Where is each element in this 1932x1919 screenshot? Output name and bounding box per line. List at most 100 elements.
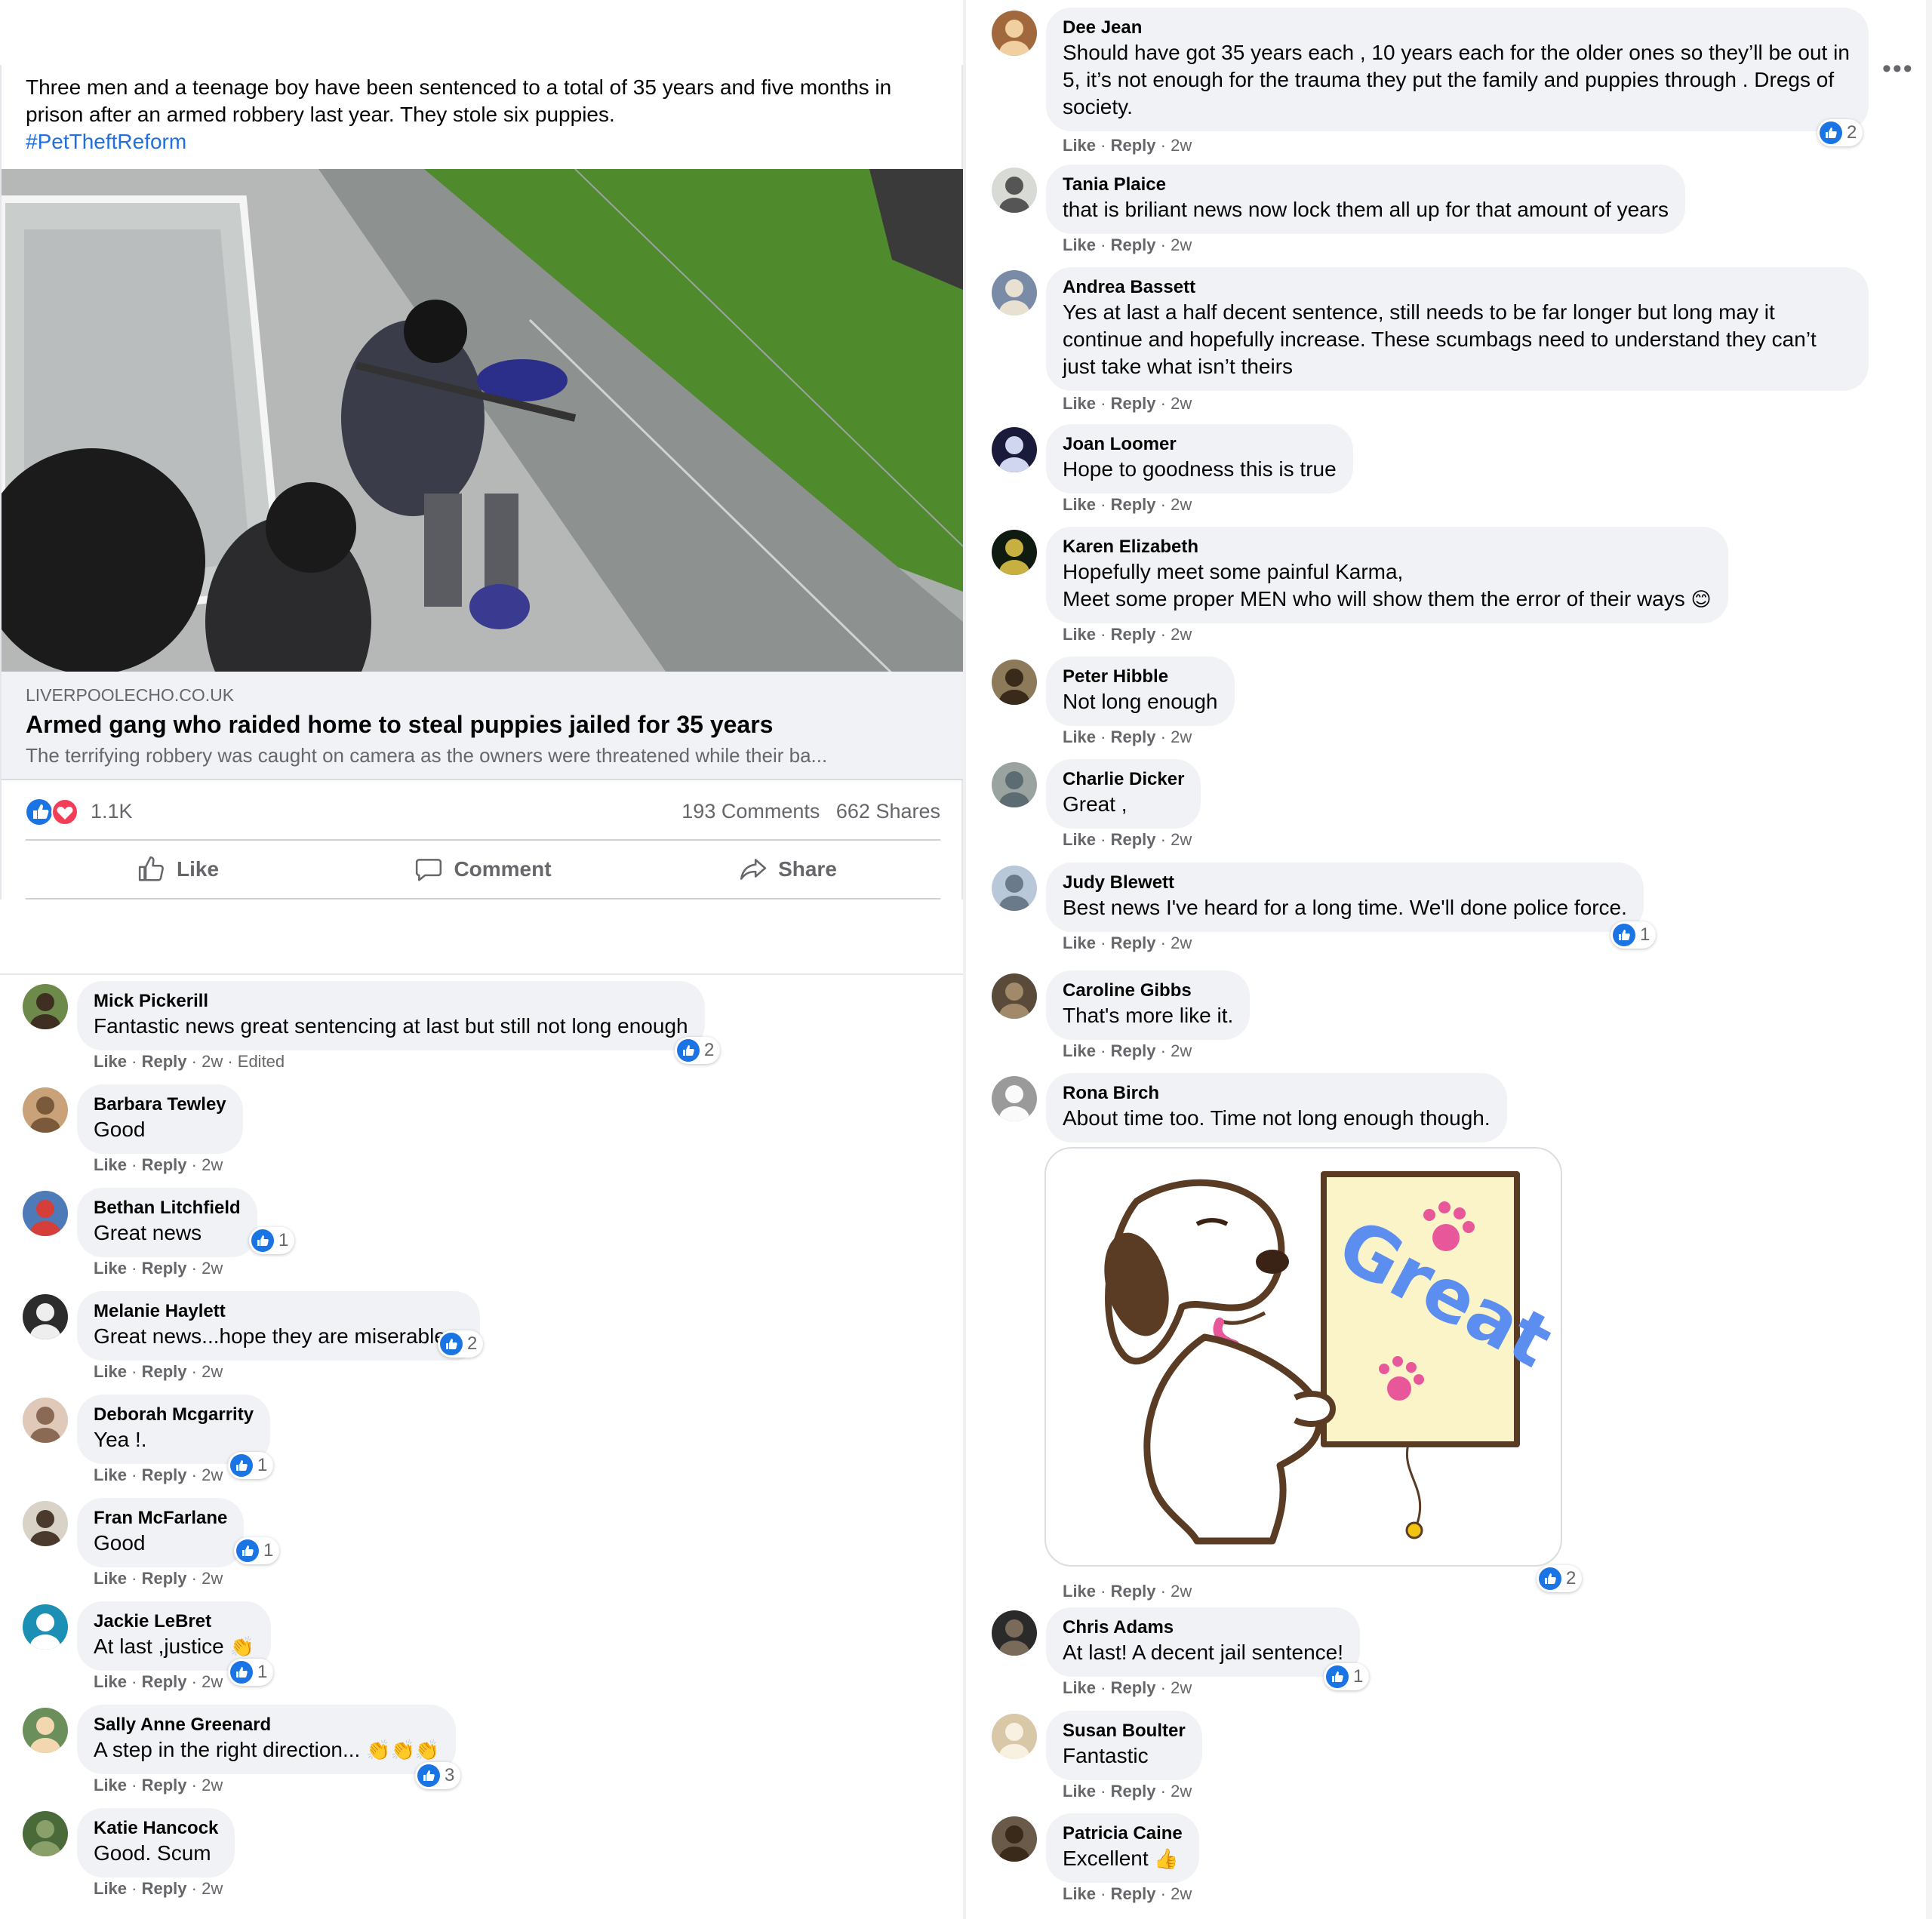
comment-timestamp[interactable]: 2w xyxy=(1171,235,1192,254)
edited-label[interactable]: Edited xyxy=(238,1052,285,1071)
comment-reaction-count[interactable]: 2 xyxy=(1817,119,1863,146)
avatar[interactable] xyxy=(992,973,1037,1019)
comment-timestamp[interactable]: 2w xyxy=(1171,625,1192,644)
avatar[interactable] xyxy=(23,1708,68,1753)
commenter-name[interactable]: Caroline Gibbs xyxy=(1063,979,1233,1002)
comment-like-link[interactable]: Like xyxy=(1063,727,1096,746)
comment-reaction-count[interactable]: 1 xyxy=(234,1537,280,1564)
avatar[interactable] xyxy=(992,762,1037,807)
commenter-name[interactable]: Bethan Litchfield xyxy=(94,1197,241,1219)
avatar[interactable] xyxy=(23,1604,68,1650)
comment-reply-link[interactable]: Reply xyxy=(1111,1884,1156,1903)
comment-reply-link[interactable]: Reply xyxy=(1111,495,1156,514)
scrollbar-track[interactable] xyxy=(1926,0,1932,1919)
share-button[interactable]: Share xyxy=(635,841,940,898)
comment-timestamp[interactable]: 2w xyxy=(202,1569,223,1588)
comment-like-link[interactable]: Like xyxy=(1063,830,1096,849)
comment-timestamp[interactable]: 2w xyxy=(1171,1582,1192,1601)
comment-like-link[interactable]: Like xyxy=(1063,394,1096,413)
avatar[interactable] xyxy=(23,1191,68,1236)
commenter-name[interactable]: Andrea Bassett xyxy=(1063,276,1852,299)
comment-like-link[interactable]: Like xyxy=(1063,625,1096,644)
comment-like-link[interactable]: Like xyxy=(94,1672,127,1691)
avatar[interactable] xyxy=(992,427,1037,472)
comment-timestamp[interactable]: 2w xyxy=(1171,1782,1192,1801)
comment-timestamp[interactable]: 2w xyxy=(202,1776,223,1794)
comment-like-link[interactable]: Like xyxy=(1063,495,1096,514)
comment-reply-link[interactable]: Reply xyxy=(1111,1678,1156,1697)
snoopy-sticker[interactable]: Great xyxy=(1044,1147,1562,1567)
comment-reply-link[interactable]: Reply xyxy=(1111,136,1156,155)
comment-like-link[interactable]: Like xyxy=(1063,933,1096,952)
commenter-name[interactable]: Susan Boulter xyxy=(1063,1720,1186,1742)
link-preview[interactable]: LIVERPOOLECHO.CO.UK Armed gang who raide… xyxy=(2,672,963,780)
comments-count[interactable]: 193 Comments xyxy=(681,800,820,823)
commenter-name[interactable]: Judy Blewett xyxy=(1063,872,1627,894)
comment-like-link[interactable]: Like xyxy=(94,1052,127,1071)
comment-timestamp[interactable]: 2w xyxy=(202,1465,223,1484)
comment-like-link[interactable]: Like xyxy=(94,1259,127,1278)
comment-like-link[interactable]: Like xyxy=(94,1776,127,1794)
avatar[interactable] xyxy=(992,1714,1037,1759)
comment-reply-link[interactable]: Reply xyxy=(142,1362,187,1381)
more-options-icon[interactable]: ••• xyxy=(1882,54,1914,84)
commenter-name[interactable]: Barbara Tewley xyxy=(94,1093,226,1116)
comment-button[interactable]: Comment xyxy=(331,841,635,898)
comment-reaction-count[interactable]: 3 xyxy=(415,1762,461,1789)
commenter-name[interactable]: Patricia Caine xyxy=(1063,1822,1183,1845)
comment-timestamp[interactable]: 2w xyxy=(202,1052,223,1071)
comment-reaction-count[interactable]: 1 xyxy=(228,1659,274,1686)
comment-like-link[interactable]: Like xyxy=(1063,136,1096,155)
commenter-name[interactable]: Mick Pickerill xyxy=(94,990,688,1013)
comment-reply-link[interactable]: Reply xyxy=(1111,933,1156,952)
comment-timestamp[interactable]: 2w xyxy=(202,1362,223,1381)
comment-timestamp[interactable]: 2w xyxy=(1171,830,1192,849)
comment-timestamp[interactable]: 2w xyxy=(202,1879,223,1898)
comment-reply-link[interactable]: Reply xyxy=(1111,727,1156,746)
avatar[interactable] xyxy=(992,530,1037,575)
avatar[interactable] xyxy=(992,11,1037,56)
comment-reply-link[interactable]: Reply xyxy=(1111,1582,1156,1601)
comment-reply-link[interactable]: Reply xyxy=(142,1155,187,1174)
comment-timestamp[interactable]: 2w xyxy=(1171,1041,1192,1060)
comment-like-link[interactable]: Like xyxy=(1063,235,1096,254)
avatar[interactable] xyxy=(992,168,1037,213)
comment-reaction-count[interactable]: 1 xyxy=(249,1227,295,1254)
comment-like-link[interactable]: Like xyxy=(1063,1884,1096,1903)
comment-reply-link[interactable]: Reply xyxy=(1111,1782,1156,1801)
comment-reply-link[interactable]: Reply xyxy=(142,1259,187,1278)
avatar[interactable] xyxy=(992,270,1037,315)
commenter-name[interactable]: Jackie LeBret xyxy=(94,1610,254,1633)
commenter-name[interactable]: Melanie Haylett xyxy=(94,1300,463,1323)
comment-reply-link[interactable]: Reply xyxy=(1111,235,1156,254)
comment-reply-link[interactable]: Reply xyxy=(142,1879,187,1898)
commenter-name[interactable]: Katie Hancock xyxy=(94,1817,218,1840)
comment-like-link[interactable]: Like xyxy=(94,1155,127,1174)
comment-like-link[interactable]: Like xyxy=(94,1569,127,1588)
comment-timestamp[interactable]: 2w xyxy=(1171,394,1192,413)
comment-timestamp[interactable]: 2w xyxy=(1171,136,1192,155)
commenter-name[interactable]: Peter Hibble xyxy=(1063,666,1218,688)
comment-timestamp[interactable]: 2w xyxy=(1171,495,1192,514)
comment-reply-link[interactable]: Reply xyxy=(142,1672,187,1691)
commenter-name[interactable]: Sally Anne Greenard xyxy=(94,1714,439,1736)
comment-like-link[interactable]: Like xyxy=(94,1362,127,1381)
commenter-name[interactable]: Tania Plaice xyxy=(1063,174,1669,196)
comment-timestamp[interactable]: 2w xyxy=(202,1259,223,1278)
comment-like-link[interactable]: Like xyxy=(1063,1782,1096,1801)
comment-reaction-count[interactable]: 1 xyxy=(1611,921,1657,949)
comment-reply-link[interactable]: Reply xyxy=(1111,394,1156,413)
comment-reply-link[interactable]: Reply xyxy=(142,1052,187,1071)
comment-timestamp[interactable]: 2w xyxy=(1171,933,1192,952)
avatar[interactable] xyxy=(992,1610,1037,1656)
comment-reply-link[interactable]: Reply xyxy=(142,1569,187,1588)
shares-count[interactable]: 662 Shares xyxy=(836,800,940,823)
comment-reply-link[interactable]: Reply xyxy=(1111,1041,1156,1060)
comment-timestamp[interactable]: 2w xyxy=(1171,727,1192,746)
avatar[interactable] xyxy=(23,984,68,1029)
post-cctv-image[interactable] xyxy=(2,169,963,672)
avatar[interactable] xyxy=(23,1811,68,1856)
commenter-name[interactable]: Charlie Dicker xyxy=(1063,768,1184,791)
comment-like-link[interactable]: Like xyxy=(1063,1582,1096,1601)
avatar[interactable] xyxy=(992,1816,1037,1862)
